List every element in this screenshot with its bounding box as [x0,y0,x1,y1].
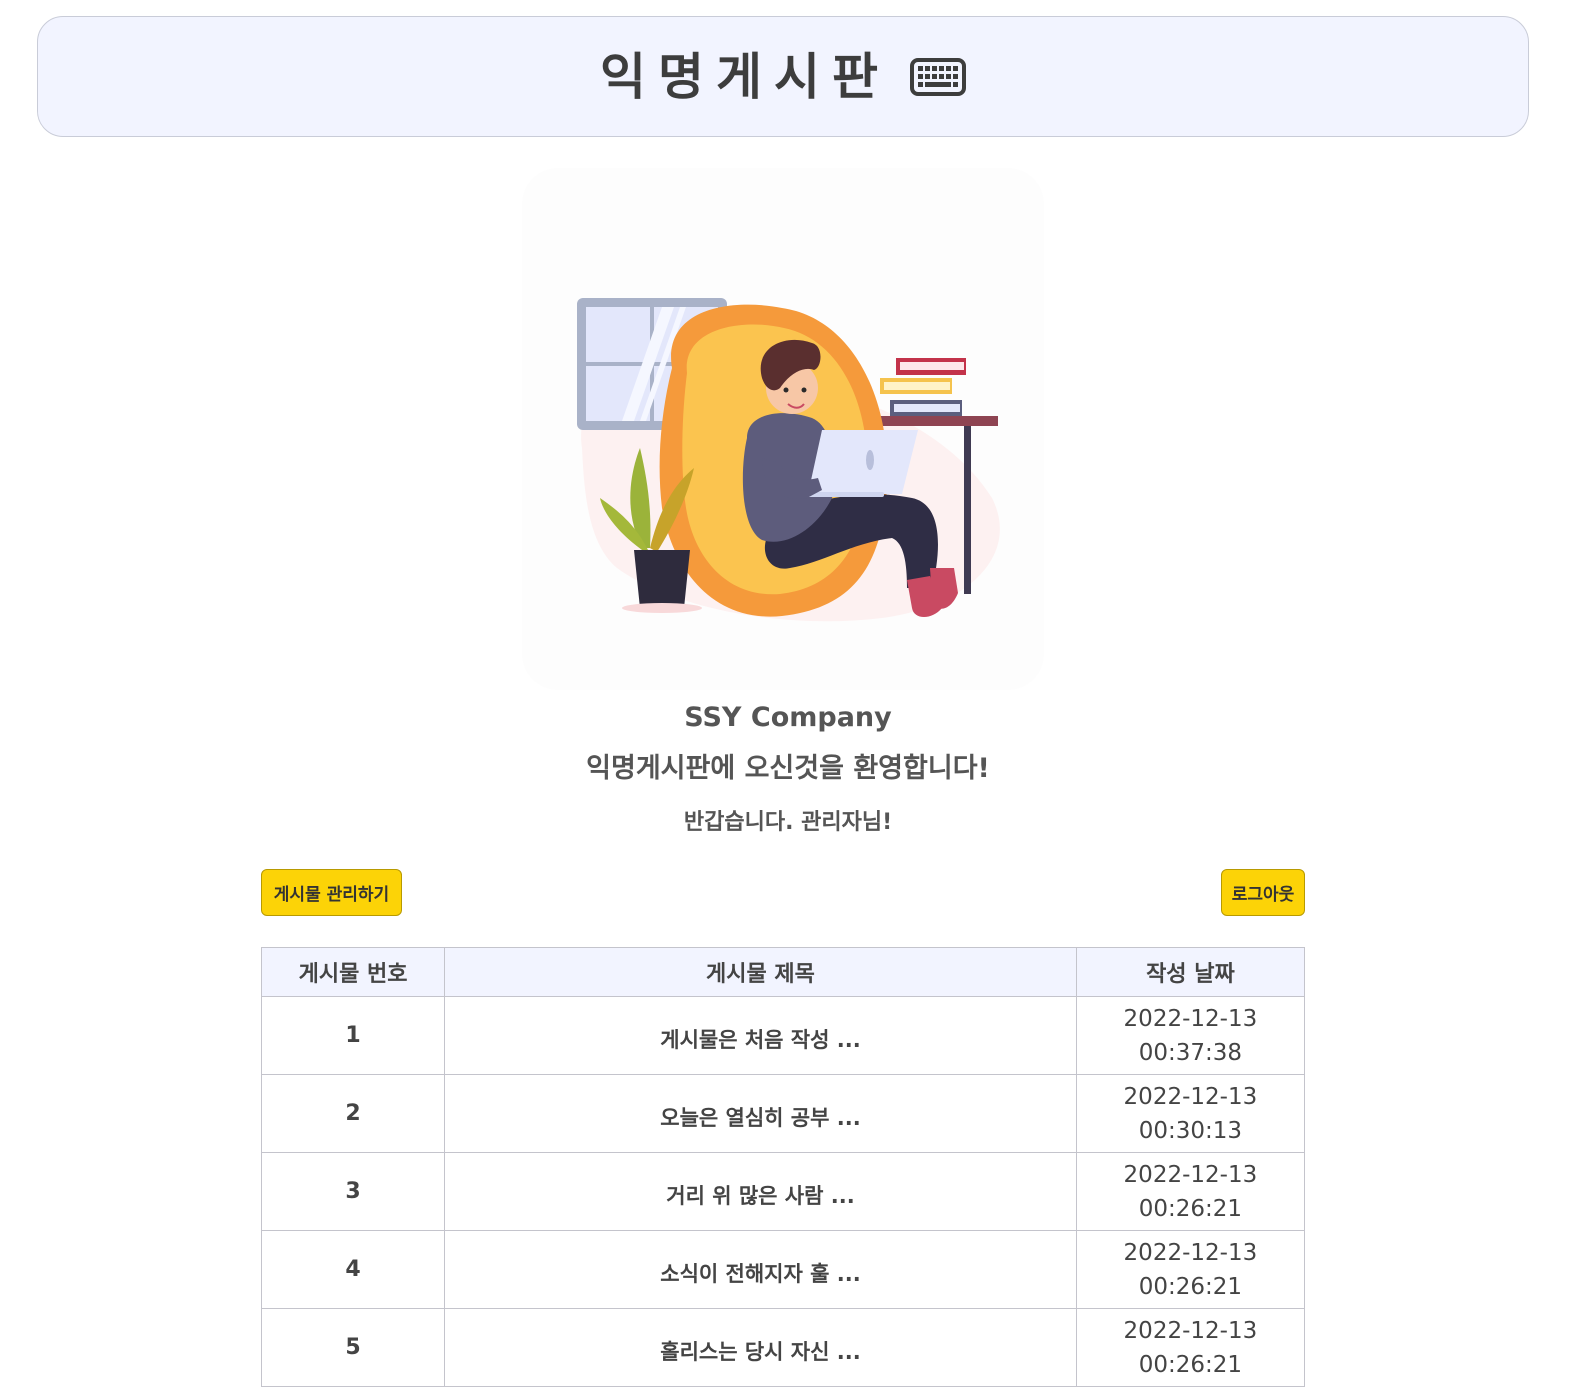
post-number: 5 [260,1308,446,1387]
column-header-title: 게시물 제목 [444,947,1077,997]
post-date-time: 00:26:21 [1138,1351,1243,1378]
post-date: 2022-12-13 00:30:13 [1075,1074,1306,1153]
table-row[interactable]: 4 소식이 전해지자 훌 ... 2022-12-13 00:26:21 [260,1230,1306,1309]
post-date-time: 00:26:21 [1138,1195,1243,1222]
page-header: 익명게시판 [37,16,1529,137]
page-title: 익명게시판 [600,47,890,106]
post-date-day: 2022-12-13 [1123,1239,1258,1266]
table-header-row: 게시물 번호 게시물 제목 작성 날짜 [260,947,1306,997]
logout-button[interactable]: 로그아웃 [1221,869,1305,916]
post-date-time: 00:26:21 [1138,1273,1243,1300]
post-title-link[interactable]: 홀리스는 당시 자신 ... [444,1308,1077,1387]
post-date-time: 00:37:38 [1138,1039,1243,1066]
post-table: 게시물 번호 게시물 제목 작성 날짜 1 게시물은 처음 작성 ... 202… [260,947,1306,1387]
manage-posts-button[interactable]: 게시물 관리하기 [261,869,402,916]
table-row[interactable]: 3 거리 위 많은 사람 ... 2022-12-13 00:26:21 [260,1152,1306,1231]
post-title-link[interactable]: 게시물은 처음 작성 ... [444,996,1077,1075]
company-name: SSY Company [684,702,892,733]
table-row[interactable]: 1 게시물은 처음 작성 ... 2022-12-13 00:37:38 [260,996,1306,1075]
hero-illustration [522,168,1044,690]
post-date-day: 2022-12-13 [1123,1317,1258,1344]
admin-greeting: 반갑습니다. 관리자님! [683,810,893,835]
post-date: 2022-12-13 00:26:21 [1075,1152,1306,1231]
post-date: 2022-12-13 00:37:38 [1075,996,1306,1075]
post-number: 4 [260,1230,446,1309]
post-title-link[interactable]: 소식이 전해지자 훌 ... [444,1230,1077,1309]
column-header-number: 게시물 번호 [260,947,446,997]
post-title-link[interactable]: 거리 위 많은 사람 ... [444,1152,1077,1231]
post-number: 2 [260,1074,446,1153]
post-date-day: 2022-12-13 [1123,1005,1258,1032]
post-title-link[interactable]: 오늘은 열심히 공부 ... [444,1074,1077,1153]
post-number: 1 [260,996,446,1075]
post-date-day: 2022-12-13 [1123,1161,1258,1188]
post-number: 3 [260,1152,446,1231]
keyboard-icon [910,57,966,97]
post-date-time: 00:30:13 [1138,1117,1243,1144]
table-row[interactable]: 2 오늘은 열심히 공부 ... 2022-12-13 00:30:13 [260,1074,1306,1153]
column-header-date: 작성 날짜 [1075,947,1306,997]
post-date-day: 2022-12-13 [1123,1083,1258,1110]
post-date: 2022-12-13 00:26:21 [1075,1308,1306,1387]
welcome-message: 익명게시판에 오신것을 환영합니다! [586,753,990,784]
post-date: 2022-12-13 00:26:21 [1075,1230,1306,1309]
table-row[interactable]: 5 홀리스는 당시 자신 ... 2022-12-13 00:26:21 [260,1308,1306,1387]
